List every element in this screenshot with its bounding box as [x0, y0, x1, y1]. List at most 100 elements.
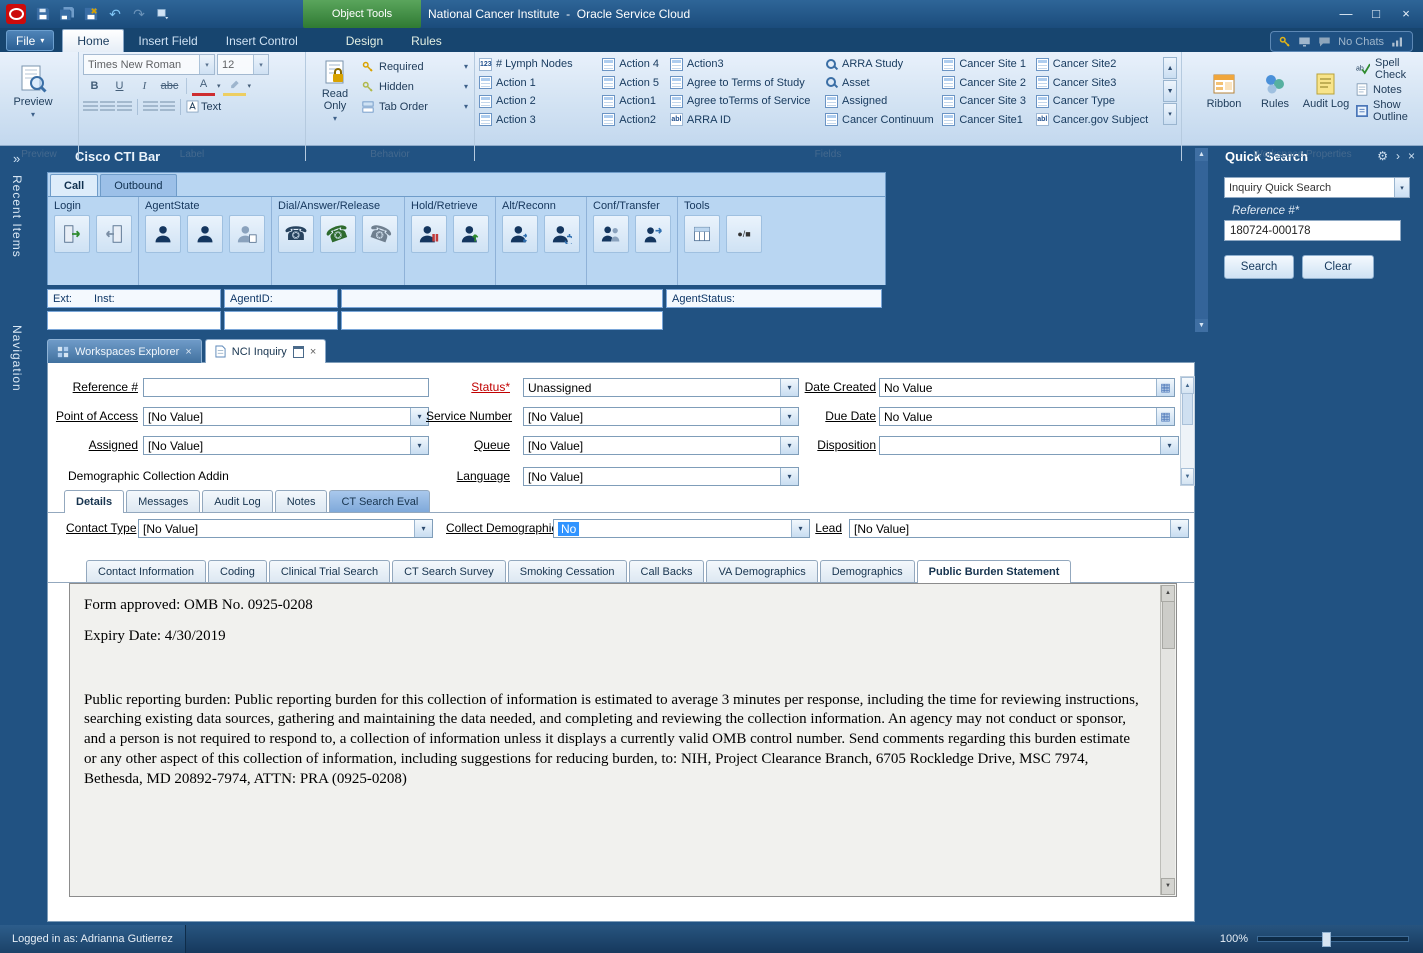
field-item[interactable]: Action 1	[479, 76, 596, 90]
read-only-button[interactable]: Read Only ▾	[310, 54, 360, 128]
key-icon[interactable]	[1279, 36, 1291, 48]
transfer-icon[interactable]	[635, 215, 671, 253]
disposition-dropdown[interactable]: ▾	[879, 436, 1179, 455]
conference-icon[interactable]	[593, 215, 629, 253]
scrollbar-thumb[interactable]	[1162, 601, 1175, 649]
close-button[interactable]: ×	[1391, 2, 1421, 24]
tab-insert-field[interactable]: Insert Field	[124, 30, 211, 52]
hold-icon[interactable]	[411, 215, 447, 253]
reference-number-input[interactable]: 180724-000178	[1224, 220, 1401, 241]
strikethrough-button[interactable]: abc	[158, 77, 181, 95]
tab-workspaces-explorer[interactable]: Workspaces Explorer ×	[47, 339, 202, 363]
tab-details[interactable]: Details	[64, 490, 124, 513]
close-tab-icon[interactable]: ×	[310, 346, 316, 358]
hidden-toggle[interactable]: Hidden ▾	[360, 77, 470, 96]
tab-demographics[interactable]: Demographics	[820, 560, 915, 582]
undo-icon[interactable]: ↶	[104, 3, 126, 25]
field-item[interactable]: ablARRA ID	[670, 113, 819, 127]
field-item[interactable]: Action 5	[602, 76, 664, 90]
close-tab-icon[interactable]: ×	[185, 346, 191, 358]
search-button[interactable]: Search	[1224, 255, 1294, 279]
queue-dropdown[interactable]: [No Value] ▾	[523, 436, 799, 455]
cti-tab-call[interactable]: Call	[50, 174, 98, 196]
notes-toggle[interactable]: Notes	[1356, 81, 1419, 98]
scroll-down-icon[interactable]: ▼	[1195, 319, 1208, 332]
dropdown-arrow-icon[interactable]: ▾	[217, 82, 221, 90]
save-close-icon[interactable]	[80, 3, 102, 25]
scroll-down-icon[interactable]: ▼	[1181, 468, 1194, 485]
tab-order-button[interactable]: Tab Order ▾	[360, 97, 470, 116]
tab-coding[interactable]: Coding	[208, 560, 267, 582]
field-item[interactable]: Action2	[602, 113, 664, 127]
tab-contact-information[interactable]: Contact Information	[86, 560, 206, 582]
tab-ct-search-eval[interactable]: CT Search Eval	[329, 490, 430, 512]
navigation-panel-tab[interactable]: Navigation	[10, 325, 24, 392]
align-top-icon[interactable]	[143, 101, 158, 113]
field-item[interactable]: Cancer Site1	[942, 113, 1029, 127]
recent-items-panel-tab[interactable]: Recent Items	[10, 175, 24, 258]
dropdown-arrow-icon[interactable]: ▾	[1394, 178, 1409, 197]
more-fields-icon[interactable]: ▾	[1163, 103, 1177, 125]
underline-button[interactable]: U	[108, 77, 131, 95]
date-created-field[interactable]: No Value ▦	[879, 378, 1175, 397]
zoom-slider[interactable]	[1257, 936, 1409, 942]
field-item[interactable]: Cancer Site 3	[942, 94, 1029, 108]
field-item[interactable]: Action 2	[479, 94, 596, 108]
maximize-button[interactable]: □	[1361, 2, 1391, 24]
field-item[interactable]: Cancer Site 2	[942, 76, 1029, 90]
field-item[interactable]: Action1	[602, 94, 664, 108]
text-button[interactable]: Text	[201, 101, 221, 113]
logout-icon[interactable]	[96, 215, 132, 253]
dropdown-arrow-icon[interactable]: ▾	[464, 102, 468, 111]
content-scrollbar[interactable]: ▲ ▼	[1160, 585, 1175, 895]
tab-design[interactable]: Design	[332, 30, 397, 52]
dropdown-arrow-icon[interactable]: ▾	[464, 62, 468, 71]
agent-ready-icon[interactable]	[145, 215, 181, 253]
field-item[interactable]: Cancer Type	[1036, 94, 1153, 108]
agent-wrapup-icon[interactable]	[229, 215, 265, 253]
cti-scrollbar[interactable]: ▲ ▼	[1195, 148, 1208, 332]
scroll-up-icon[interactable]: ▲	[1181, 377, 1194, 394]
font-color-button[interactable]: A	[192, 75, 215, 96]
retrieve-icon[interactable]	[453, 215, 489, 253]
tab-home[interactable]: Home	[62, 29, 124, 52]
tab-va-demographics[interactable]: VA Demographics	[706, 560, 817, 582]
scrollbar-thumb[interactable]	[1182, 393, 1193, 425]
field-item[interactable]: Asset	[825, 76, 936, 90]
field-item[interactable]: Action 4	[602, 57, 664, 71]
field-item[interactable]: Cancer Site2	[1036, 57, 1153, 71]
field-item[interactable]: Action 3	[479, 113, 596, 127]
field-item[interactable]: Cancer Site 1	[942, 57, 1029, 71]
point-of-access-dropdown[interactable]: [No Value] ▾	[143, 407, 429, 426]
redo-icon[interactable]: ↷	[128, 3, 150, 25]
dropdown-arrow-icon[interactable]: ▾	[780, 379, 798, 396]
tab-audit-log[interactable]: Audit Log	[202, 490, 272, 512]
status-dropdown[interactable]: Unassigned ▾	[523, 378, 799, 397]
dropdown-arrow-icon[interactable]: ▾	[780, 437, 798, 454]
rules-button[interactable]: Rules	[1252, 54, 1298, 128]
dropdown-arrow-icon[interactable]: ▾	[248, 82, 252, 90]
tab-rules[interactable]: Rules	[397, 30, 456, 52]
audit-log-button[interactable]: Audit Log	[1302, 54, 1350, 128]
float-tab-icon[interactable]	[293, 346, 304, 358]
preview-button[interactable]: Preview ▾	[4, 54, 62, 128]
form-scrollbar[interactable]: ▲ ▼	[1180, 376, 1195, 486]
quick-search-selector[interactable]: Inquiry Quick Search ▾	[1224, 177, 1404, 198]
calendar-icon[interactable]: ▦	[1156, 379, 1174, 396]
tab-call-backs[interactable]: Call Backs	[629, 560, 705, 582]
dropdown-arrow-icon[interactable]: ▾	[253, 55, 268, 74]
tab-insert-control[interactable]: Insert Control	[212, 30, 312, 52]
show-outline-toggle[interactable]: Show Outline	[1356, 102, 1419, 119]
save-all-icon[interactable]	[56, 3, 78, 25]
align-center-icon[interactable]	[100, 101, 115, 113]
file-menu-button[interactable]: File ▾	[6, 30, 54, 51]
contact-type-dropdown[interactable]: [No Value] ▾	[138, 519, 433, 538]
monitor-icon[interactable]	[1298, 36, 1311, 48]
login-icon[interactable]	[54, 215, 90, 253]
field-item[interactable]: Assigned	[825, 94, 936, 108]
reconnect-icon[interactable]	[544, 215, 580, 253]
answer-icon[interactable]: ☎	[320, 215, 356, 253]
reference-input[interactable]	[143, 378, 429, 397]
field-item[interactable]: Action3	[670, 57, 819, 71]
dial-icon[interactable]: ☎	[278, 215, 314, 253]
